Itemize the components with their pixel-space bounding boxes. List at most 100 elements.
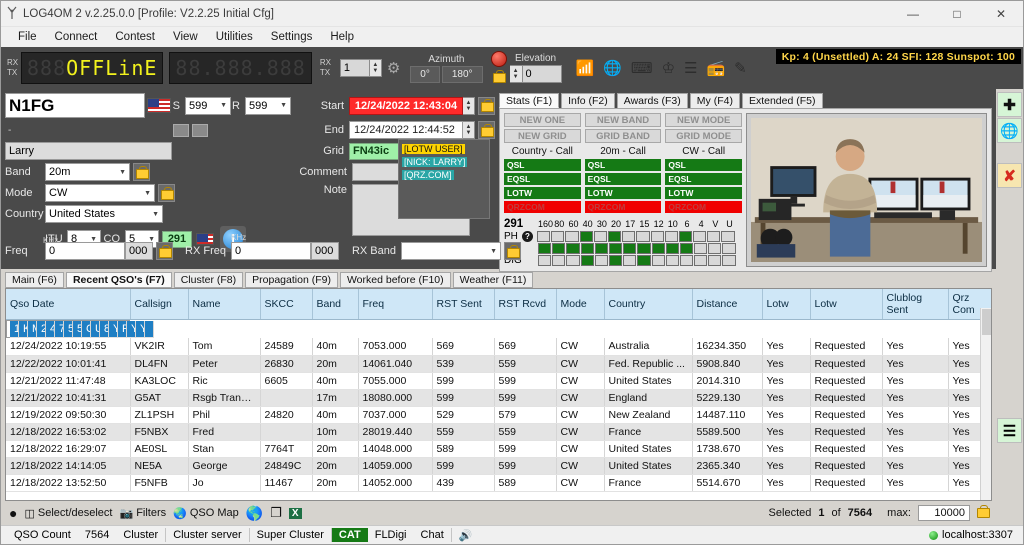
start-lock-icon[interactable] (478, 96, 495, 115)
rxband-lock-icon[interactable] (504, 242, 521, 260)
band-cell-PH-10[interactable] (664, 231, 678, 242)
azimuth-value-secondary[interactable]: 180° (441, 65, 483, 83)
rxfreq-hz-input[interactable]: 000 (311, 242, 339, 260)
rst-rcvd-input[interactable]: 599 ▼ (245, 96, 291, 115)
azimuth-value[interactable]: 0° (410, 65, 440, 83)
start-time-spinner[interactable]: ▲ ▼ (463, 96, 475, 115)
band-cell-DIG-V[interactable] (708, 255, 722, 266)
radio-number-input[interactable]: 1 (339, 59, 370, 77)
band-cell-DIG-6[interactable] (679, 255, 694, 266)
band-cell-CW-20[interactable] (608, 243, 623, 254)
tab-cluster[interactable]: Cluster (F8) (173, 272, 244, 288)
question-icon[interactable]: ? (522, 231, 533, 242)
band-cell-CW-80[interactable] (552, 243, 566, 254)
freq-hz-input[interactable]: 000 (125, 242, 153, 260)
band-cell-PH-U[interactable] (721, 231, 735, 242)
keyer-icon[interactable]: ⌨ (631, 59, 653, 77)
band-cell-CW-6[interactable] (679, 243, 694, 254)
band-cell-PH-30[interactable] (593, 231, 607, 242)
band-cell-DIG-40[interactable] (580, 255, 594, 266)
grid-mode-button[interactable]: GRID MODE (665, 129, 743, 143)
menu-contest[interactable]: Contest (106, 29, 164, 45)
table-row[interactable]: 12/19/2022 09:50:30 ZL1PSH Phil 24820 40m 703… (6, 406, 991, 424)
stop-rotor-icon[interactable] (490, 50, 507, 67)
band-cell-CW-U[interactable] (722, 243, 736, 254)
select-deselect-button[interactable]: ◫ Select/deselect (24, 507, 112, 520)
band-cell-DIG-17[interactable] (623, 255, 637, 266)
callsign-input[interactable]: N1FG (5, 93, 145, 118)
band-cell-CW-15[interactable] (637, 243, 651, 254)
column-header-3[interactable]: SKCC (260, 289, 313, 320)
menu-connect[interactable]: Connect (46, 29, 107, 45)
status-fldigi[interactable]: FLDigi (368, 528, 414, 542)
status-cat[interactable]: CAT (331, 528, 368, 542)
band-cell-DIG-160[interactable] (538, 255, 552, 266)
start-time-field[interactable]: 12/24/2022 12:43:04 (349, 96, 463, 115)
column-header-2[interactable]: Name (188, 289, 261, 320)
column-header-11[interactable]: Lotw (762, 289, 811, 320)
maximize-button[interactable]: □ (935, 1, 979, 27)
column-header-13[interactable]: Clublog Sent (882, 289, 949, 320)
band-cell-CW-40[interactable] (580, 243, 594, 254)
band-cell-CW-17[interactable] (623, 243, 637, 254)
rxfreq-khz-input[interactable]: 0 (231, 242, 311, 260)
new-grid-button[interactable]: NEW GRID (504, 129, 581, 143)
globe-icon[interactable]: 🌐 (603, 59, 622, 77)
max-rows-input[interactable]: 10000 (918, 505, 970, 521)
band-cell-DIG-4[interactable] (694, 255, 708, 266)
rxband-select[interactable]: ▼ (401, 242, 501, 260)
column-header-12[interactable]: Lotw (810, 289, 883, 320)
end-time-field[interactable]: 12/24/2022 12:44:52 (349, 121, 463, 139)
column-header-1[interactable]: Callsign (130, 289, 189, 320)
mode-select[interactable]: CW ▼ (45, 184, 155, 202)
end-lock-icon[interactable] (478, 121, 495, 139)
status-super-cluster[interactable]: Super Cluster (250, 528, 332, 542)
band-cell-PH-17[interactable] (622, 231, 636, 242)
globe-qso-icon[interactable]: 🌐 (997, 118, 1022, 143)
band-cell-CW-10[interactable] (665, 243, 679, 254)
band-cell-DIG-80[interactable] (552, 255, 566, 266)
table-row[interactable]: 12/24/2022 10:19:55 VK2IR Tom 24589 40m 7053.… (6, 338, 991, 356)
filters-button[interactable]: 📷 Filters (119, 507, 166, 520)
menu-view[interactable]: View (164, 29, 207, 45)
column-header-0[interactable]: Qso Date (6, 289, 131, 320)
band-cell-DIG-30[interactable] (594, 255, 608, 266)
band-cell-CW-12[interactable] (651, 243, 665, 254)
tab-my[interactable]: My (F4) (689, 93, 740, 108)
menu-help[interactable]: Help (321, 29, 363, 45)
operator-shack-photo[interactable] (751, 118, 982, 263)
column-header-4[interactable]: Band (312, 289, 359, 320)
column-header-8[interactable]: Mode (556, 289, 605, 320)
sound-icon[interactable]: 🔊 (452, 528, 480, 543)
menu-file[interactable]: File (9, 29, 46, 45)
band-cell-PH-6[interactable] (678, 231, 693, 242)
band-cell-DIG-12[interactable] (651, 255, 665, 266)
elevation-spinner[interactable]: ▲ ▼ (509, 65, 522, 83)
band-cell-PH-60[interactable] (565, 231, 579, 242)
pencil-icon[interactable]: ✎ (734, 59, 747, 77)
new-mode-button[interactable]: NEW MODE (665, 113, 743, 127)
refresh-icon[interactable]: ● (9, 505, 17, 521)
close-button[interactable]: ✕ (979, 1, 1023, 27)
status-cluster[interactable]: Cluster (116, 528, 167, 542)
column-header-10[interactable]: Distance (692, 289, 763, 320)
server-address[interactable]: localhost:3307 (942, 529, 1013, 541)
table-row[interactable]: 12/18/2022 13:52:50 F5NFB Jo 11467 20m 14052.… (6, 474, 991, 492)
band-lock-icon[interactable] (133, 163, 150, 181)
column-header-7[interactable]: RST Rcvd (494, 289, 557, 320)
frequency-display-secondary[interactable]: 88.888.888 (169, 52, 312, 84)
band-cell-CW-V[interactable] (708, 243, 722, 254)
table-row[interactable]: 12/24/2022 10:33:00KO4RSJMike2568440m705… (6, 320, 154, 338)
band-select[interactable]: 20m ▼ (45, 163, 130, 181)
radio-number-spinner[interactable]: ▲ ▼ (369, 59, 382, 77)
radio-icon[interactable]: 📻 (706, 59, 725, 77)
grid-band-button[interactable]: GRID BAND (584, 129, 662, 143)
band-cell-DIG-20[interactable] (608, 255, 623, 266)
band-cell-PH-V[interactable] (707, 231, 721, 242)
qsl-indicator-1[interactable] (173, 123, 189, 137)
menu-settings[interactable]: Settings (262, 29, 322, 45)
new-one-button[interactable]: NEW ONE (504, 113, 581, 127)
table-vertical-scrollbar[interactable] (980, 308, 991, 500)
tab-worked-before[interactable]: Worked before (F10) (339, 272, 451, 288)
band-cell-CW-160[interactable] (538, 243, 552, 254)
